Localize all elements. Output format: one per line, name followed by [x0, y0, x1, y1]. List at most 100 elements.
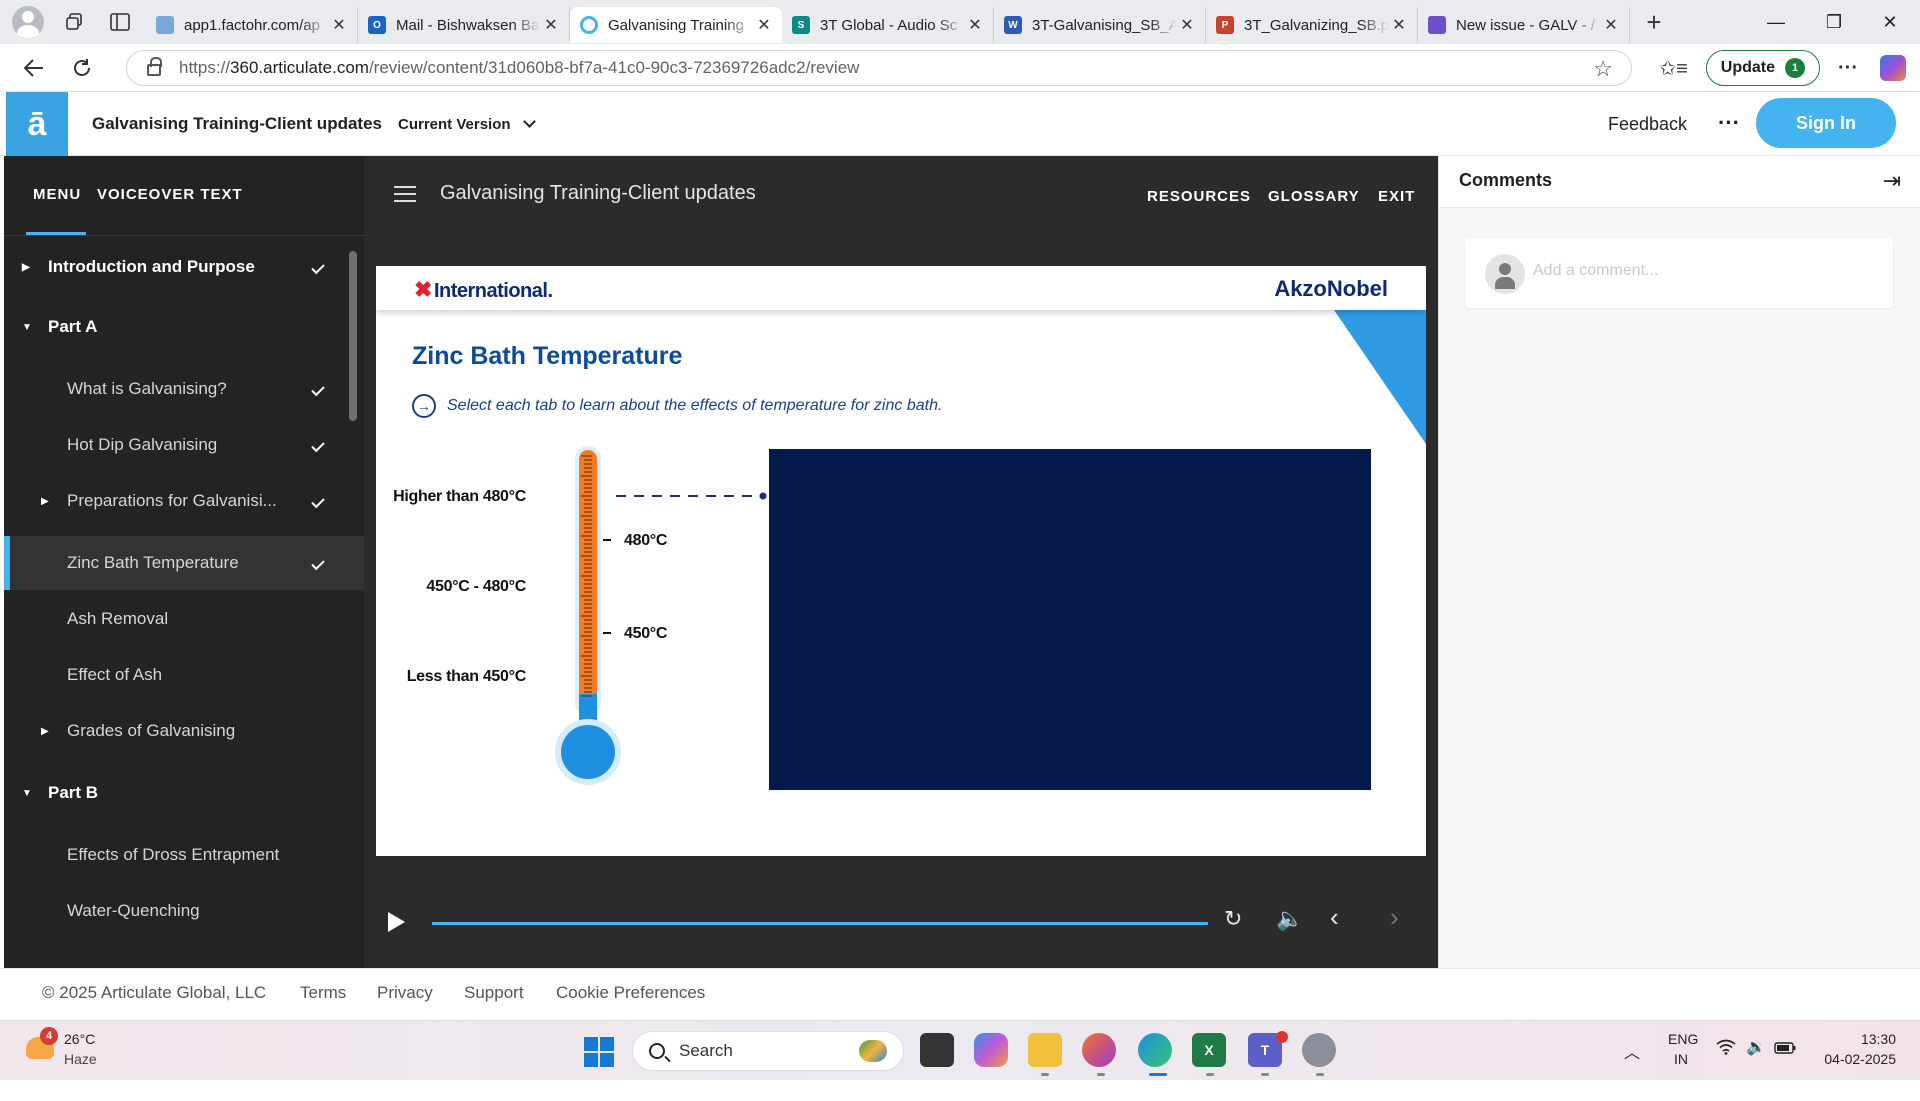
tab-voiceover-text[interactable]: VOICEOVER TEXT — [97, 186, 243, 203]
version-dropdown[interactable]: Current Version — [398, 115, 536, 133]
close-tab-icon[interactable]: ✕ — [754, 15, 774, 35]
tab-450-480[interactable]: 450°C - 480°C — [376, 578, 526, 596]
tab-menu[interactable]: MENU — [33, 186, 81, 203]
favorites-icon[interactable]: ✩≡ — [1659, 56, 1687, 81]
slide-brand-bar: ✖ International. AkzoNobel — [376, 266, 1426, 310]
edge-browser-icon[interactable] — [1138, 1033, 1172, 1067]
language-indicator[interactable]: ENG IN — [1668, 1031, 1698, 1091]
caret-down-icon[interactable]: ▼ — [22, 322, 32, 333]
seek-bar[interactable] — [432, 922, 1208, 925]
close-tab-icon[interactable]: ✕ — [1177, 15, 1197, 35]
settings-more-icon[interactable]: ··· — [1838, 57, 1858, 80]
menu-item[interactable]: ▼ Part B — [4, 766, 364, 820]
menu-item[interactable]: ▶ Preparations for Galvanisi... — [4, 474, 364, 528]
previous-arrow-icon[interactable]: ‹ — [1330, 902, 1339, 933]
comment-input[interactable] — [1533, 262, 1873, 280]
close-tab-icon[interactable]: ✕ — [541, 15, 561, 35]
footer-link-support[interactable]: Support — [464, 983, 524, 1003]
close-tab-icon[interactable]: ✕ — [329, 15, 349, 35]
tab-higher-than-480[interactable]: Higher than 480°C — [376, 488, 526, 506]
play-icon[interactable] — [388, 912, 405, 932]
footer-link-terms[interactable]: Terms — [300, 983, 346, 1003]
next-arrow-icon[interactable]: › — [1390, 902, 1399, 933]
caret-right-icon[interactable]: ▶ — [41, 496, 49, 507]
feedback-link[interactable]: Feedback — [1608, 114, 1687, 135]
browser-tab[interactable]: O Mail - Bishwaksen Ba ✕ — [358, 7, 570, 43]
file-explorer-icon[interactable] — [1028, 1033, 1062, 1067]
battery-icon[interactable] — [1774, 1041, 1796, 1101]
windows-start-icon[interactable] — [584, 1037, 614, 1067]
menu-item-label: Preparations for Galvanisi... — [67, 491, 277, 510]
footer-link-cookie-preferences[interactable]: Cookie Preferences — [556, 983, 705, 1003]
clock[interactable]: 13:30 04-02-2025 — [1820, 1031, 1896, 1091]
resources-link[interactable]: RESOURCES — [1147, 188, 1251, 205]
task-view-icon[interactable] — [920, 1033, 954, 1067]
glossary-link[interactable]: GLOSSARY — [1268, 188, 1360, 205]
taskbar-search[interactable]: Search — [632, 1031, 904, 1071]
menu-item[interactable]: Water-Quenching — [4, 884, 364, 938]
user-avatar-icon — [1485, 254, 1525, 294]
firefox-icon[interactable] — [1082, 1033, 1116, 1067]
volume-icon[interactable]: 🔈 — [1276, 906, 1303, 932]
speaker-icon[interactable]: 🔉 — [1746, 1037, 1766, 1097]
menu-item[interactable]: Zinc Bath Temperature — [4, 536, 364, 590]
close-window-button[interactable]: ✕ — [1862, 0, 1918, 44]
caret-right-icon[interactable]: ▶ — [22, 262, 30, 273]
weather-condition[interactable]: Haze — [64, 1051, 97, 1067]
workspaces-icon[interactable] — [58, 6, 90, 38]
slide: ✖ International. AkzoNobel Zinc Bath Temp… — [376, 266, 1426, 856]
refresh-icon[interactable] — [62, 48, 102, 88]
hamburger-menu-icon[interactable] — [394, 186, 416, 202]
tray-overflow-chevron-icon[interactable]: ︿ — [1624, 1039, 1640, 1099]
new-tab-button[interactable]: + — [1636, 4, 1672, 40]
tick-label-480: 480°C — [624, 532, 668, 549]
browser-tab[interactable]: P 3T_Galvanizing_SB.p ✕ — [1206, 7, 1418, 43]
browser-tab[interactable]: W 3T-Galvanising_SB_A ✕ — [994, 7, 1206, 43]
international-x-icon: ✖ — [414, 277, 432, 302]
collapse-panel-icon[interactable]: ⇥ — [1883, 168, 1901, 194]
menu-item[interactable]: Ash Removal — [4, 592, 364, 646]
profile-avatar-icon[interactable] — [12, 6, 44, 38]
menu-item[interactable]: ▼ Part A — [4, 300, 364, 354]
menu-scrollbar[interactable] — [349, 251, 357, 421]
checkmark-icon — [311, 438, 325, 452]
update-button[interactable]: Update 1 — [1705, 50, 1821, 86]
close-tab-icon[interactable]: ✕ — [1601, 15, 1621, 35]
minimize-button[interactable]: — — [1748, 0, 1804, 44]
articulate-logo-icon[interactable]: ā — [6, 92, 68, 156]
footer-link-privacy[interactable]: Privacy — [377, 983, 433, 1003]
teams-notification-dot — [1276, 1031, 1288, 1043]
menu-item[interactable]: Hot Dip Galvanising — [4, 418, 364, 472]
address-bar[interactable]: https://360.articulate.com/review/conten… — [126, 50, 1632, 86]
menu-item[interactable]: ▶ Introduction and Purpose — [4, 240, 364, 294]
back-arrow-icon[interactable] — [14, 48, 54, 88]
copilot-icon[interactable] — [1880, 55, 1906, 81]
browser-tab[interactable]: New issue - GALV - / ✕ — [1418, 7, 1630, 43]
restore-button[interactable]: ❐ — [1806, 0, 1862, 44]
close-tab-icon[interactable]: ✕ — [965, 15, 985, 35]
lock-icon[interactable] — [147, 57, 162, 76]
wifi-icon[interactable] — [1716, 1039, 1736, 1099]
excel-icon[interactable]: X — [1192, 1033, 1226, 1067]
sign-in-button[interactable]: Sign In — [1756, 98, 1896, 148]
vertical-tabs-icon[interactable] — [104, 6, 136, 38]
menu-item[interactable]: Effect of Ash — [4, 648, 364, 702]
version-label: Current Version — [398, 116, 511, 133]
browser-tab[interactable]: S 3T Global - Audio Sc ✕ — [782, 7, 994, 43]
browser-tab[interactable]: app1.factohr.com/ap ✕ — [146, 7, 358, 43]
menu-item[interactable]: ▶ Grades of Galvanising — [4, 704, 364, 758]
close-tab-icon[interactable]: ✕ — [1389, 15, 1409, 35]
menu-item[interactable]: What is Galvanising? — [4, 362, 364, 416]
tab-less-than-450[interactable]: Less than 450°C — [376, 668, 527, 686]
caret-down-icon[interactable]: ▼ — [22, 788, 32, 799]
browser-tab[interactable]: Galvanising Training ✕ — [570, 7, 782, 43]
caret-right-icon[interactable]: ▶ — [41, 726, 49, 737]
favorite-star-icon[interactable]: ☆ — [1593, 56, 1613, 82]
weather-temp[interactable]: 26°C — [64, 1031, 95, 1047]
menu-item[interactable]: Effects of Dross Entrapment — [4, 828, 364, 882]
replay-icon[interactable]: ↻ — [1224, 906, 1242, 932]
exit-link[interactable]: EXIT — [1378, 188, 1415, 205]
copilot-app-icon[interactable] — [974, 1033, 1008, 1067]
snipping-tool-icon[interactable] — [1302, 1033, 1336, 1067]
more-options-icon[interactable]: ··· — [1718, 110, 1740, 136]
